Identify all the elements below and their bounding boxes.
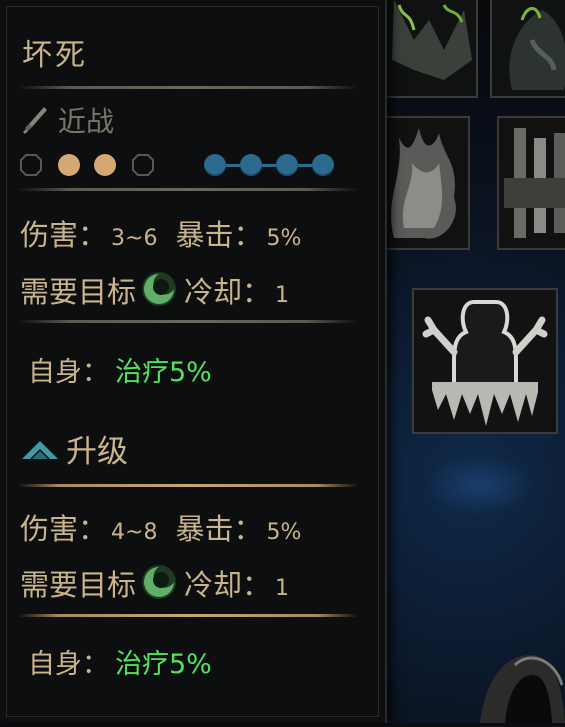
upgrade-damage-label: 伤害： xyxy=(20,512,108,546)
blight-target-icon xyxy=(142,272,177,306)
upgrade-chevron-icon xyxy=(22,441,58,459)
upgrade-self-effect-row: 自身： 治疗5% xyxy=(28,642,212,681)
target-1-icon xyxy=(204,154,226,176)
skill-slot-top-left[interactable] xyxy=(382,0,478,98)
rank-2-filled-icon xyxy=(58,154,80,176)
skill-art-icon xyxy=(384,118,468,248)
need-target-label: 需要目标 xyxy=(20,275,137,309)
rank-1-empty-icon xyxy=(20,154,42,176)
skill-title: 坏死 xyxy=(22,38,88,73)
crit-label: 暴击： xyxy=(175,218,263,252)
skill-art-icon xyxy=(499,118,565,248)
upgrade-damage-crit-row: 伤害： 4~8 暴击： 5% xyxy=(20,506,301,546)
upgrade-need-target-label: 需要目标 xyxy=(20,568,137,602)
necrosis-skill-icon xyxy=(414,290,556,432)
upgrade-crit-value: 5% xyxy=(266,520,302,545)
target-3-icon xyxy=(276,154,298,176)
target-2-icon xyxy=(240,154,262,176)
base-damage-crit-row: 伤害： 3~6 暴击： 5% xyxy=(20,212,301,252)
target-link-line xyxy=(214,164,318,167)
upgrade-label: 升级 xyxy=(66,433,128,470)
damage-label: 伤害： xyxy=(20,218,108,252)
upgrade-cooldown-label: 冷却： xyxy=(184,568,272,602)
upgrade-damage-value: 4~8 xyxy=(111,520,158,545)
skill-art-icon xyxy=(492,0,565,96)
background-glow xyxy=(425,455,535,515)
target-4-icon xyxy=(312,154,334,176)
selected-skill-icon[interactable] xyxy=(412,288,558,434)
stats-divider xyxy=(18,188,358,191)
upgrade-divider xyxy=(18,484,358,487)
skill-slot-middle-right[interactable] xyxy=(497,116,565,250)
upgrade-header: 升级 xyxy=(20,428,128,470)
upgrade-cooldown-value: 1 xyxy=(275,576,290,601)
self-divider xyxy=(18,320,358,323)
damage-value: 3~6 xyxy=(111,226,158,251)
skill-type-row: 近战 xyxy=(22,102,114,138)
skill-tooltip-panel: 坏死 近战 伤害： 3~6 暴击： 5% 需要目标 冷却： 1 自身： 治疗5%… xyxy=(0,0,387,723)
upgrade-crit-label: 暴击： xyxy=(175,512,263,546)
upgrade-target-cooldown-row: 需要目标 冷却： 1 xyxy=(20,557,289,602)
self-label: 自身： xyxy=(28,357,109,388)
skill-slot-middle-left[interactable] xyxy=(382,116,470,250)
cooldown-label: 冷却： xyxy=(184,275,272,309)
position-indicator xyxy=(20,152,360,178)
skill-slot-top-right[interactable] xyxy=(490,0,565,98)
hooded-figure-icon xyxy=(470,650,565,723)
upgrade-heal-value: 治疗5% xyxy=(115,649,212,680)
cooldown-value: 1 xyxy=(275,283,290,308)
title-divider xyxy=(18,86,358,89)
rank-4-empty-icon xyxy=(132,154,154,176)
heal-value: 治疗5% xyxy=(115,357,212,388)
melee-dagger-icon xyxy=(23,107,47,134)
skill-art-icon xyxy=(384,0,476,96)
base-self-effect-row: 自身： 治疗5% xyxy=(28,350,212,389)
upgrade-self-divider xyxy=(18,614,358,617)
base-target-cooldown-row: 需要目标 冷却： 1 xyxy=(20,264,289,309)
blight-target-icon xyxy=(142,565,177,599)
rank-3-filled-icon xyxy=(94,154,116,176)
skill-type-label: 近战 xyxy=(58,105,115,138)
crit-value: 5% xyxy=(266,226,302,251)
upgrade-self-label: 自身： xyxy=(28,649,109,680)
